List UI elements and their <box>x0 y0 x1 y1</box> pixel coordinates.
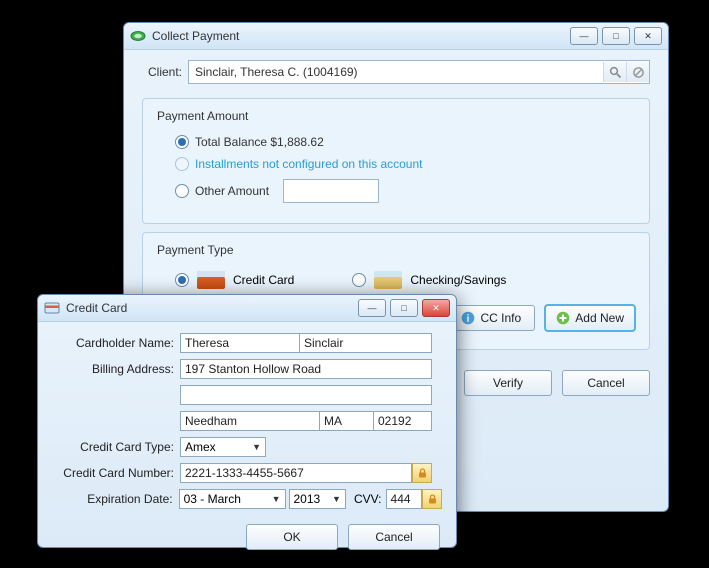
close-button[interactable]: ✕ <box>422 299 450 317</box>
state-input[interactable]: MA <box>320 411 374 431</box>
billing-label: Billing Address: <box>52 362 180 376</box>
credit-card-label: Credit Card <box>233 273 294 287</box>
cc-type-label: Credit Card Type: <box>52 440 180 454</box>
checking-label: Checking/Savings <box>410 273 506 287</box>
info-icon: i <box>461 311 475 325</box>
address1-input[interactable]: 197 Stanton Hollow Road <box>180 359 432 379</box>
lock-icon[interactable] <box>422 489 442 509</box>
search-icon[interactable] <box>603 62 626 82</box>
block-icon[interactable] <box>626 62 649 82</box>
minimize-button[interactable]: — <box>570 27 598 45</box>
chevron-down-icon: ▼ <box>252 442 261 452</box>
billing-row-3: Needham MA 02192 <box>38 408 456 434</box>
cc-number-input[interactable]: 2221-1333-4455-5667 <box>180 463 412 483</box>
zip-input[interactable]: 02192 <box>374 411 432 431</box>
radio-icon <box>175 157 189 171</box>
address2-input[interactable] <box>180 385 432 405</box>
other-amount-label: Other Amount <box>195 184 269 198</box>
other-amount-input[interactable] <box>283 179 379 203</box>
cc-type-select[interactable]: Amex▼ <box>180 437 266 457</box>
client-label: Client: <box>142 63 188 81</box>
total-balance-option[interactable]: Total Balance $1,888.62 <box>157 131 635 153</box>
maximize-button[interactable]: □ <box>390 299 418 317</box>
minimize-button[interactable]: — <box>358 299 386 317</box>
credit-card-icon <box>44 300 60 316</box>
chevron-down-icon: ▼ <box>272 494 281 504</box>
installments-label: Installments not configured on this acco… <box>195 157 422 171</box>
exp-label: Expiration Date: <box>52 492 179 506</box>
exp-month-select[interactable]: 03 - March▼ <box>179 489 286 509</box>
modal-actions: OK Cancel <box>38 512 456 564</box>
payment-type-title: Payment Type <box>157 243 635 257</box>
client-field[interactable]: Sinclair, Theresa C. (1004169) <box>188 60 650 84</box>
radio-icon[interactable] <box>352 273 366 287</box>
window-title: Collect Payment <box>152 29 570 43</box>
first-name-input[interactable]: Theresa <box>180 333 300 353</box>
add-new-button[interactable]: Add New <box>545 305 635 331</box>
radio-icon[interactable] <box>175 273 189 287</box>
add-new-label: Add New <box>575 311 624 325</box>
money-icon <box>130 28 146 44</box>
radio-icon[interactable] <box>175 135 189 149</box>
cc-type-row: Credit Card Type: Amex▼ <box>38 434 456 460</box>
modal-window-controls: — □ ✕ <box>358 299 450 317</box>
payment-amount-title: Payment Amount <box>157 109 635 123</box>
cardholder-label: Cardholder Name: <box>52 336 180 350</box>
window-controls: — □ ✕ <box>570 27 662 45</box>
modal-titlebar[interactable]: Credit Card — □ ✕ <box>38 295 456 322</box>
ok-button[interactable]: OK <box>246 524 338 550</box>
billing-row-2 <box>38 382 456 408</box>
cc-number-row: Credit Card Number: 2221-1333-4455-5667 <box>38 460 456 486</box>
installments-option: Installments not configured on this acco… <box>157 153 635 175</box>
credit-card-icon <box>197 271 225 289</box>
total-balance-label: Total Balance $1,888.62 <box>195 135 324 149</box>
cc-number-label: Credit Card Number: <box>52 466 180 480</box>
titlebar[interactable]: Collect Payment — □ ✕ <box>124 23 668 50</box>
client-value: Sinclair, Theresa C. (1004169) <box>189 65 603 79</box>
cvv-label: CVV: <box>346 492 386 506</box>
credit-card-dialog: Credit Card — □ ✕ Cardholder Name: There… <box>37 294 457 548</box>
payment-amount-group: Payment Amount Total Balance $1,888.62 I… <box>142 98 650 224</box>
last-name-input[interactable]: Sinclair <box>300 333 432 353</box>
cancel-button[interactable]: Cancel <box>348 524 440 550</box>
plus-icon <box>556 311 570 325</box>
cancel-button[interactable]: Cancel <box>562 370 650 396</box>
close-button[interactable]: ✕ <box>634 27 662 45</box>
modal-title: Credit Card <box>66 301 358 315</box>
check-icon <box>374 271 402 289</box>
verify-button[interactable]: Verify <box>464 370 552 396</box>
billing-row-1: Billing Address: 197 Stanton Hollow Road <box>38 356 456 382</box>
credit-card-option[interactable]: Credit Card <box>175 271 294 289</box>
cardholder-row: Cardholder Name: Theresa Sinclair <box>38 330 456 356</box>
radio-icon[interactable] <box>175 184 189 198</box>
other-amount-option[interactable]: Other Amount <box>157 175 635 207</box>
cc-info-label: CC Info <box>480 311 521 325</box>
expiration-row: Expiration Date: 03 - March▼ 2013▼ CVV: … <box>38 486 456 512</box>
city-input[interactable]: Needham <box>180 411 320 431</box>
checking-option[interactable]: Checking/Savings <box>352 271 506 289</box>
exp-year-select[interactable]: 2013▼ <box>289 489 346 509</box>
chevron-down-icon: ▼ <box>332 494 341 504</box>
lock-icon[interactable] <box>412 463 432 483</box>
cc-info-button[interactable]: i CC Info <box>447 305 535 331</box>
svg-text:i: i <box>467 314 470 325</box>
cvv-input[interactable]: 444 <box>386 489 423 509</box>
maximize-button[interactable]: □ <box>602 27 630 45</box>
client-row: Client: Sinclair, Theresa C. (1004169) <box>124 50 668 90</box>
